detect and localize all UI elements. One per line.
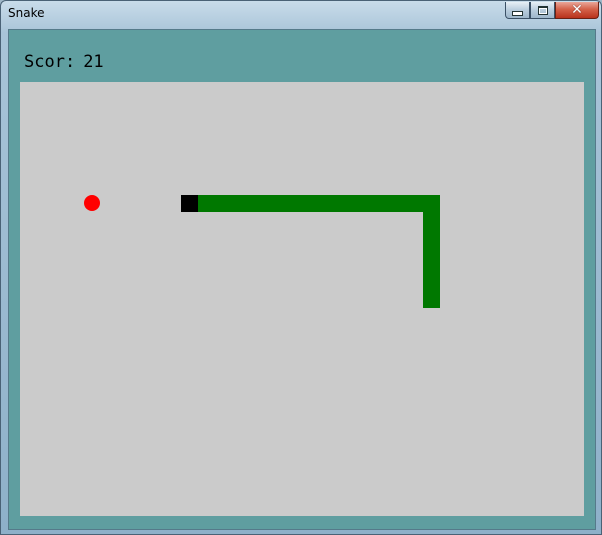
snake-body-segment	[422, 242, 440, 260]
snake-body-segment	[245, 194, 263, 212]
snake-body-segment	[390, 194, 408, 212]
snake-body-segment	[261, 194, 279, 212]
window-title: Snake	[8, 6, 45, 20]
snake-body-segment	[229, 194, 247, 212]
snake-body-segment	[422, 258, 440, 276]
food-pellet	[84, 194, 101, 211]
snake-body-segment	[422, 274, 440, 292]
minimize-button[interactable]	[505, 2, 530, 19]
maximize-button[interactable]	[530, 2, 555, 19]
snake-body-segment	[197, 194, 215, 212]
snake-head	[181, 194, 199, 212]
snake-body-segment	[374, 194, 392, 212]
score-value: 21	[83, 52, 104, 72]
minimize-icon	[512, 10, 523, 16]
snake-body-segment	[358, 194, 376, 212]
game-board[interactable]	[20, 82, 584, 516]
close-button[interactable]: ✕	[555, 2, 599, 19]
snake-body-segment	[277, 194, 295, 212]
score-label: Scor:	[24, 52, 76, 72]
maximize-icon	[537, 5, 548, 15]
snake-body-segment	[406, 194, 424, 212]
game-panel: Scor: 21	[8, 29, 596, 530]
snake-body-segment	[422, 290, 440, 308]
close-icon: ✕	[571, 2, 583, 18]
score-display: Scor: 21	[24, 52, 104, 72]
snake-body-segment	[422, 226, 440, 244]
snake-body-segment	[326, 194, 344, 212]
snake-body-segment	[342, 194, 360, 212]
snake-body-segment	[422, 210, 440, 228]
snake-body-segment	[422, 194, 440, 212]
title-bar[interactable]: Snake ✕	[1, 1, 601, 27]
snake-body-segment	[310, 194, 328, 212]
snake-body-segment	[213, 194, 231, 212]
app-window: Snake ✕ Scor: 21	[0, 0, 602, 535]
snake-body-segment	[293, 194, 311, 212]
